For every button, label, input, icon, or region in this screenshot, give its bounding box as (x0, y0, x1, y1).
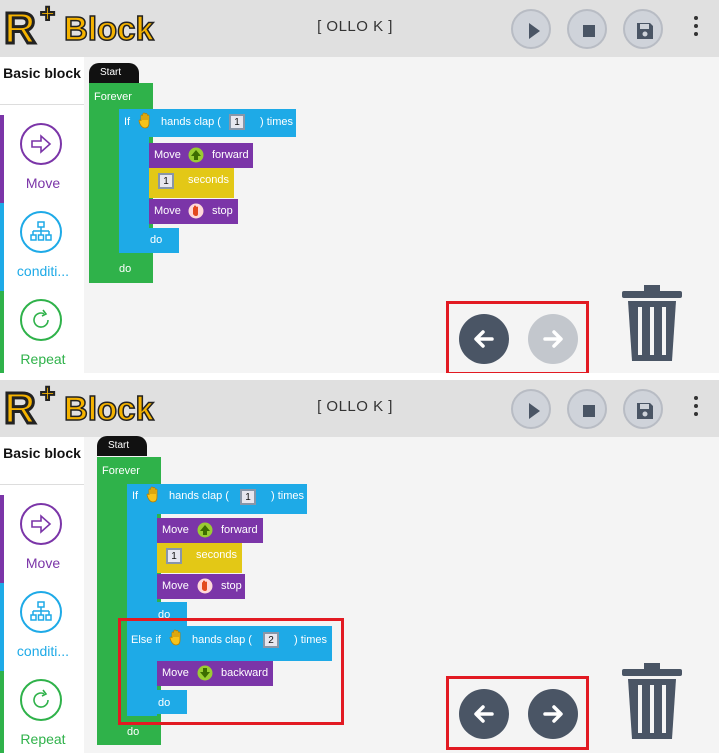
logo-plus: + (39, 0, 56, 28)
start-block[interactable]: Start (89, 63, 139, 83)
sidebar-item-move[interactable]: Move (0, 115, 84, 203)
if-label: If (124, 116, 131, 128)
clap-count-input[interactable]: 1 (240, 489, 256, 505)
play-button[interactable] (511, 9, 551, 49)
hierarchy-icon (20, 211, 62, 253)
stop-icon (583, 405, 595, 417)
hands-clap-label: hands clap ( (169, 490, 229, 502)
play-icon (529, 23, 540, 39)
save-button[interactable] (623, 389, 663, 429)
undo-button[interactable] (459, 689, 509, 739)
top-bar: R + Block [ OLLO K ] (0, 380, 719, 437)
times-label: ) times (260, 116, 293, 128)
forever-label: Forever (94, 91, 132, 103)
seconds-input[interactable]: 1 (158, 173, 174, 189)
seconds-input[interactable]: 1 (166, 548, 182, 564)
stop-button[interactable] (567, 389, 607, 429)
repeat-icon (20, 299, 62, 341)
stop-hand-icon (197, 578, 213, 594)
seconds-label: seconds (196, 549, 237, 561)
direction-forward[interactable]: forward (212, 149, 249, 161)
sidebar-item-label: Repeat (20, 351, 66, 367)
top-bar: R + Block [ OLLO K ] (0, 0, 719, 57)
block-palette: Basic block Move conditi... Repeat (0, 437, 84, 753)
redo-button[interactable] (528, 314, 578, 364)
device-title: [ OLLO K ] (317, 398, 393, 415)
logo-r: R (3, 4, 38, 53)
logo-text: Block (63, 9, 154, 48)
stop-hand-icon (188, 203, 204, 219)
seconds-label: seconds (188, 174, 229, 186)
repeat-icon (20, 679, 62, 721)
trash-icon[interactable] (620, 661, 684, 741)
arrow-left-icon (474, 705, 494, 723)
sidebar-item-move[interactable]: Move (0, 495, 84, 583)
sidebar-item-label: conditi... (16, 263, 70, 279)
screen-after: R + Block [ OLLO K ] Basic block Move co… (0, 380, 719, 753)
arrow-right-icon (543, 330, 563, 348)
direction-stop[interactable]: stop (212, 205, 233, 217)
times-label: ) times (271, 490, 304, 502)
sidebar-item-repeat[interactable]: Repeat (0, 291, 84, 373)
arrow-up-icon (197, 522, 213, 538)
sidebar-item-label: Move (25, 175, 61, 191)
forever-do-label: do (119, 263, 132, 275)
clap-count-input[interactable]: 1 (229, 114, 245, 130)
basic-block-tab[interactable]: Basic block (0, 437, 84, 485)
move-label: Move (162, 524, 189, 536)
forever-label: Forever (102, 465, 140, 477)
play-icon (529, 403, 540, 419)
sidebar-item-condition[interactable]: conditi... (0, 583, 84, 671)
stop-button[interactable] (567, 9, 607, 49)
move-label: Move (154, 205, 181, 217)
sidebar-item-label: conditi... (16, 643, 70, 659)
logo-text: Block (63, 389, 154, 428)
save-button[interactable] (623, 9, 663, 49)
arrow-up-icon (188, 147, 204, 163)
sidebar-item-condition[interactable]: conditi... (0, 203, 84, 291)
sidebar-item-label: Repeat (20, 731, 66, 747)
if-label: If (132, 490, 139, 502)
if-do-footer (119, 228, 179, 253)
hand-clap-icon (138, 112, 150, 129)
if-do-label: do (150, 234, 163, 246)
redo-button[interactable] (528, 689, 578, 739)
save-icon (637, 403, 653, 419)
hand-clap-icon (146, 486, 158, 503)
hands-clap-label: hands clap ( (161, 116, 221, 128)
sidebar-item-repeat[interactable]: Repeat (0, 671, 84, 753)
basic-block-tab[interactable]: Basic block (0, 57, 84, 105)
hierarchy-icon (20, 591, 62, 633)
block-palette: Basic block Move conditi... Repeat (0, 57, 84, 373)
logo-plus: + (39, 380, 56, 408)
move-label: Move (154, 149, 181, 161)
device-title: [ OLLO K ] (317, 18, 393, 35)
else-if-highlight (118, 618, 344, 725)
move-label: Move (162, 580, 189, 592)
start-block[interactable]: Start (97, 436, 147, 456)
sidebar-item-label: Move (25, 555, 61, 571)
direction-forward[interactable]: forward (221, 524, 258, 536)
direction-stop[interactable]: stop (221, 580, 242, 592)
play-button[interactable] (511, 389, 551, 429)
arrow-left-icon (474, 330, 494, 348)
arrow-right-icon (20, 503, 62, 545)
more-vertical-icon[interactable] (688, 14, 704, 42)
logo-r: R (3, 384, 38, 433)
arrow-right-icon (543, 705, 563, 723)
trash-icon[interactable] (620, 283, 684, 363)
save-icon (637, 23, 653, 39)
forever-do-label: do (127, 726, 140, 738)
stop-icon (583, 25, 595, 37)
screen-before: R + Block [ OLLO K ] Basic block Move co… (0, 0, 719, 373)
arrow-right-icon (20, 123, 62, 165)
more-vertical-icon[interactable] (688, 394, 704, 422)
undo-button[interactable] (459, 314, 509, 364)
